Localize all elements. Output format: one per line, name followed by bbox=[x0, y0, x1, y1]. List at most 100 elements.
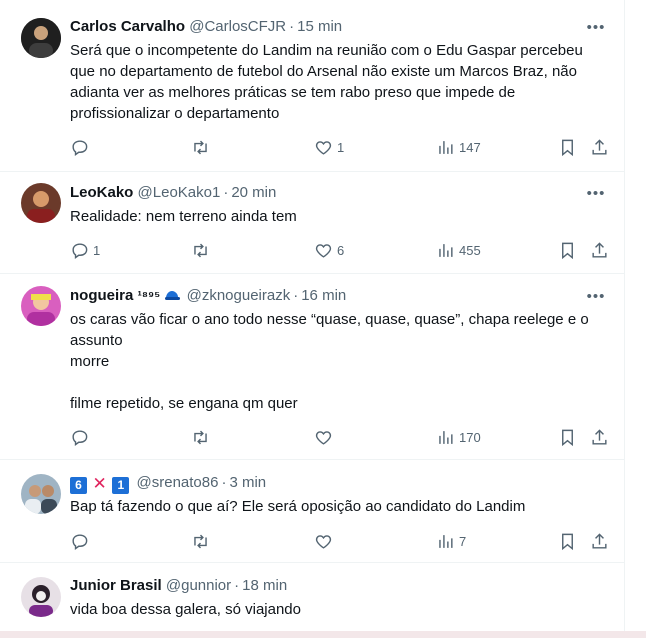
bookmark-button[interactable] bbox=[558, 137, 577, 157]
retweet-icon bbox=[194, 534, 207, 548]
avatar[interactable] bbox=[21, 183, 61, 223]
retweet-icon bbox=[194, 140, 207, 154]
tweet[interactable]: nogueira ¹⁸⁹⁵ @zknogueirazk · 16 min ••• o… bbox=[0, 274, 624, 460]
views-button[interactable]: 147 bbox=[436, 137, 481, 157]
separator-dot: · bbox=[221, 474, 227, 491]
reply-icon bbox=[72, 429, 88, 446]
share-button[interactable] bbox=[590, 137, 609, 157]
reply-button[interactable] bbox=[70, 531, 93, 551]
user-handle[interactable]: @gunnior bbox=[166, 577, 231, 594]
avatar[interactable] bbox=[21, 474, 61, 514]
views-icon bbox=[439, 534, 453, 548]
tweet-header: Carlos Carvalho @CarlosCFJR · 15 min bbox=[70, 17, 584, 37]
tweet-text: Bap tá fazendo o que aí? Ele será oposiç… bbox=[70, 498, 526, 515]
like-button[interactable]: 1 bbox=[314, 137, 344, 157]
tweet-actions: 1 6 455 bbox=[70, 240, 609, 260]
share-button[interactable] bbox=[590, 531, 609, 551]
more-horizontal-icon[interactable]: ••• bbox=[586, 17, 606, 37]
separator-dot: · bbox=[293, 287, 299, 304]
timestamp[interactable]: 16 min bbox=[301, 287, 346, 304]
tweet-header: nogueira ¹⁸⁹⁵ @zknogueirazk · 16 min bbox=[70, 286, 584, 306]
user-handle[interactable]: @srenato86 bbox=[137, 474, 219, 491]
bookmark-button[interactable] bbox=[558, 240, 577, 260]
share-icon bbox=[592, 532, 607, 549]
like-button[interactable]: 6 bbox=[314, 240, 344, 260]
bookmark-icon bbox=[562, 139, 573, 156]
views-icon bbox=[439, 140, 453, 154]
retweet-button[interactable] bbox=[191, 531, 214, 551]
tweet-text: Realidade: nem terreno ainda tem bbox=[70, 208, 297, 225]
bottom-strip bbox=[0, 631, 646, 638]
cross-mark-badge: ✕ bbox=[91, 474, 109, 493]
reply-button[interactable]: 1 bbox=[70, 240, 100, 260]
tweet[interactable]: 6 ✕ 1 @srenato86 · 3 min Bap tá fazendo o … bbox=[0, 460, 624, 563]
heart-icon bbox=[315, 430, 332, 445]
reply-icon bbox=[72, 139, 88, 156]
like-button[interactable] bbox=[314, 427, 337, 447]
bookmark-icon bbox=[562, 429, 573, 446]
separator-dot: · bbox=[234, 577, 240, 594]
replies-timeline: Carlos Carvalho @CarlosCFJR · 15 min ••• S… bbox=[0, 0, 625, 638]
tweet[interactable]: Carlos Carvalho @CarlosCFJR · 15 min ••• S… bbox=[0, 0, 624, 172]
tweet-header: Junior Brasil @gunnior · 18 min bbox=[70, 576, 584, 596]
heart-icon bbox=[315, 140, 332, 155]
display-name[interactable]: nogueira bbox=[70, 287, 133, 304]
tweet-actions: 7 bbox=[70, 531, 609, 551]
separator-dot: · bbox=[289, 18, 295, 35]
tweet[interactable]: Junior Brasil @gunnior · 18 min vida boa d… bbox=[0, 563, 624, 638]
name-suffix: ¹⁸⁹⁵ bbox=[137, 288, 161, 303]
views-icon bbox=[439, 430, 453, 444]
reply-button[interactable] bbox=[70, 137, 93, 157]
number-badge-6: 6 bbox=[70, 477, 87, 494]
avatar[interactable] bbox=[21, 286, 61, 326]
tweet-text: vida boa dessa galera, só viajando bbox=[70, 601, 301, 618]
display-name[interactable]: Junior Brasil bbox=[70, 577, 162, 594]
tweet-text: os caras vão ficar o ano todo nesse “qua… bbox=[70, 311, 589, 412]
separator-dot: · bbox=[223, 184, 229, 201]
share-button[interactable] bbox=[590, 427, 609, 447]
user-handle[interactable]: @zknogueirazk bbox=[187, 287, 291, 304]
views-button[interactable]: 170 bbox=[436, 427, 481, 447]
bookmark-icon bbox=[562, 533, 573, 550]
share-icon bbox=[592, 241, 607, 258]
page-gutter bbox=[625, 0, 646, 638]
retweet-icon bbox=[194, 430, 207, 444]
tweet-header: 6 ✕ 1 @srenato86 · 3 min bbox=[70, 473, 584, 494]
timestamp[interactable]: 15 min bbox=[297, 18, 342, 35]
user-handle[interactable]: @LeoKako1 bbox=[138, 184, 221, 201]
more-horizontal-icon[interactable]: ••• bbox=[586, 286, 606, 306]
share-button[interactable] bbox=[590, 240, 609, 260]
tweet[interactable]: LeoKako @LeoKako1 · 20 min ••• Realidade: … bbox=[0, 172, 624, 274]
share-icon bbox=[592, 428, 607, 445]
tweet-actions: 1 147 bbox=[70, 137, 609, 157]
display-name[interactable]: LeoKako bbox=[70, 184, 133, 201]
timestamp[interactable]: 3 min bbox=[229, 474, 266, 491]
views-button[interactable]: 455 bbox=[436, 240, 481, 260]
user-handle[interactable]: @CarlosCFJR bbox=[189, 18, 286, 35]
bookmark-icon bbox=[562, 242, 573, 259]
cap-emoji-icon bbox=[165, 291, 181, 300]
views-button[interactable]: 7 bbox=[436, 531, 466, 551]
timestamp[interactable]: 20 min bbox=[231, 184, 276, 201]
number-badge-1: 1 bbox=[112, 477, 130, 494]
bookmark-button[interactable] bbox=[558, 427, 577, 447]
tweet-actions: 170 bbox=[70, 427, 609, 447]
retweet-button[interactable] bbox=[191, 427, 214, 447]
tweet-header: LeoKako @LeoKako1 · 20 min bbox=[70, 183, 584, 203]
reply-button[interactable] bbox=[70, 427, 93, 447]
display-name[interactable]: Carlos Carvalho bbox=[70, 18, 185, 35]
more-horizontal-icon[interactable]: ••• bbox=[586, 183, 606, 203]
timestamp[interactable]: 18 min bbox=[242, 577, 287, 594]
heart-icon bbox=[315, 243, 332, 258]
avatar[interactable] bbox=[21, 577, 61, 617]
bookmark-button[interactable] bbox=[558, 531, 577, 551]
reply-icon bbox=[72, 533, 88, 550]
like-button[interactable] bbox=[314, 531, 337, 551]
views-icon bbox=[439, 243, 453, 257]
retweet-button[interactable] bbox=[191, 240, 214, 260]
retweet-button[interactable] bbox=[191, 137, 214, 157]
share-icon bbox=[592, 138, 607, 155]
avatar[interactable] bbox=[21, 18, 61, 58]
retweet-icon bbox=[194, 243, 207, 257]
heart-icon bbox=[315, 534, 332, 549]
